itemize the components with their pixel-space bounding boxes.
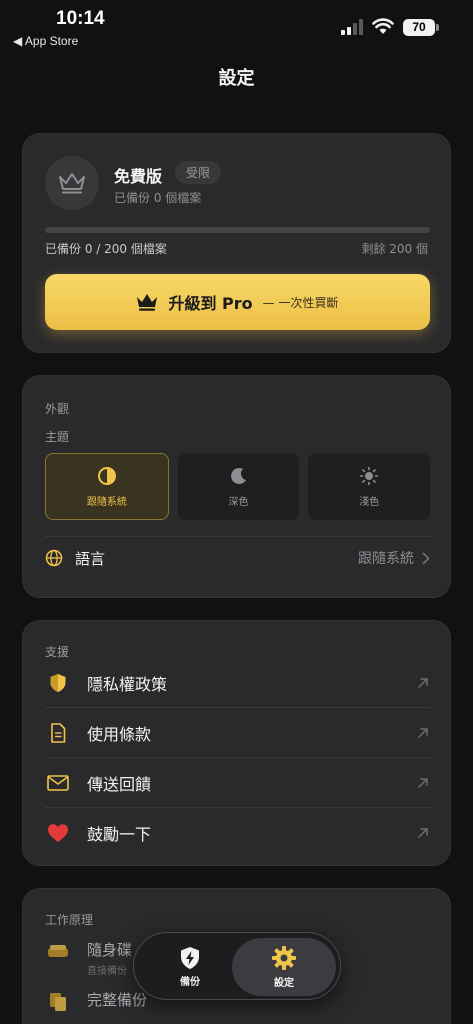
tab-label: 備份 [180, 977, 200, 988]
wifi-icon [372, 18, 394, 34]
tab-settings[interactable]: 設定 [232, 938, 336, 996]
plan-name: 免費版 [114, 167, 163, 186]
external-link-arrow-icon [418, 777, 428, 788]
privacy-policy-row[interactable]: 隱私權政策 [45, 658, 430, 708]
send-feedback-row[interactable]: 傳送回饋 [45, 758, 430, 808]
encourage-row[interactable]: 鼓勵一下 [45, 808, 430, 858]
drive-icon [48, 945, 68, 957]
moon-icon [230, 467, 246, 484]
how-item-desc: 直接備份 [87, 966, 127, 977]
support-item-label: 使用條款 [87, 724, 152, 744]
plan-subtitle: 已備份 0 個檔案 [114, 191, 202, 205]
chevron-right-icon [422, 552, 430, 564]
theme-option-dark[interactable]: 深色 [177, 453, 300, 520]
status-bar: 10:14 ◀ App Store 70 [0, 0, 473, 56]
appearance-card: 外觀 主題 跟隨系統 深色 淺色 語言 跟隨系統 [22, 375, 451, 598]
back-to-app-store-link[interactable]: ◀ App Store [13, 34, 78, 48]
external-link-arrow-icon [418, 828, 428, 838]
heart-icon [48, 824, 68, 842]
upgrade-subtitle: — 一次性買斷 [262, 295, 339, 310]
plan-status-badge: 受限 [175, 161, 222, 184]
bolt-shield-icon [181, 947, 199, 969]
how-item-title: 完整備份 [87, 991, 148, 1009]
tab-backup[interactable]: 備份 [142, 938, 238, 996]
theme-label: 主題 [45, 430, 70, 444]
upgrade-label: 升級到 Pro [168, 294, 253, 313]
battery-tip [436, 24, 439, 31]
tab-label: 設定 [274, 978, 294, 989]
sun-icon [359, 466, 379, 485]
copy-icon [50, 993, 66, 1011]
shield-icon [50, 673, 66, 692]
upgrade-to-pro-button[interactable]: 升級到 Pro — 一次性買斷 [45, 274, 430, 330]
theme-option-system[interactable]: 跟隨系統 [45, 453, 169, 520]
language-row[interactable]: 語言 跟隨系統 [45, 542, 430, 574]
tab-bar: 備份 設定 [133, 932, 341, 1000]
page-title: 設定 [218, 68, 255, 89]
backup-progress-bar [45, 227, 430, 233]
envelope-icon [47, 774, 69, 791]
appearance-section-title: 外觀 [45, 402, 70, 416]
remaining-count-text: 剩餘 200 個 [361, 242, 428, 256]
support-card: 支援 隱私權政策 使用條款 傳送回饋 鼓勵一下 [22, 620, 451, 866]
language-label: 語言 [75, 549, 106, 568]
crown-icon [137, 294, 158, 311]
support-item-label: 隱私權政策 [87, 674, 168, 694]
battery-level: 70 [403, 19, 435, 36]
theme-option-label: 深色 [228, 496, 249, 508]
document-icon [51, 722, 66, 743]
plan-avatar [45, 156, 99, 210]
theme-option-label: 跟隨系統 [86, 496, 127, 508]
gear-icon [272, 946, 296, 970]
how-it-works-section-title: 工作原理 [45, 913, 94, 927]
half-circle-icon [97, 466, 116, 485]
theme-option-label: 淺色 [359, 496, 380, 508]
support-item-label: 傳送回饋 [87, 774, 152, 794]
theme-option-light[interactable]: 淺色 [308, 453, 431, 520]
how-item-title: 隨身碟 [87, 941, 133, 959]
plan-card: 免費版 受限 已備份 0 個檔案 已備份 0 / 200 個檔案 剩餘 200 … [22, 133, 451, 353]
support-item-label: 鼓勵一下 [87, 825, 152, 844]
cellular-signal-icon [341, 19, 363, 35]
language-value: 跟隨系統 [358, 551, 414, 567]
backup-count-text: 已備份 0 / 200 個檔案 [45, 242, 167, 256]
external-link-arrow-icon [418, 677, 428, 688]
divider [45, 536, 430, 537]
theme-selector: 跟隨系統 深色 淺色 [45, 453, 431, 520]
terms-of-use-row[interactable]: 使用條款 [45, 708, 430, 758]
external-link-arrow-icon [418, 727, 428, 738]
status-time: 10:14 [56, 8, 105, 29]
globe-icon [45, 549, 63, 567]
crown-icon [59, 173, 85, 194]
